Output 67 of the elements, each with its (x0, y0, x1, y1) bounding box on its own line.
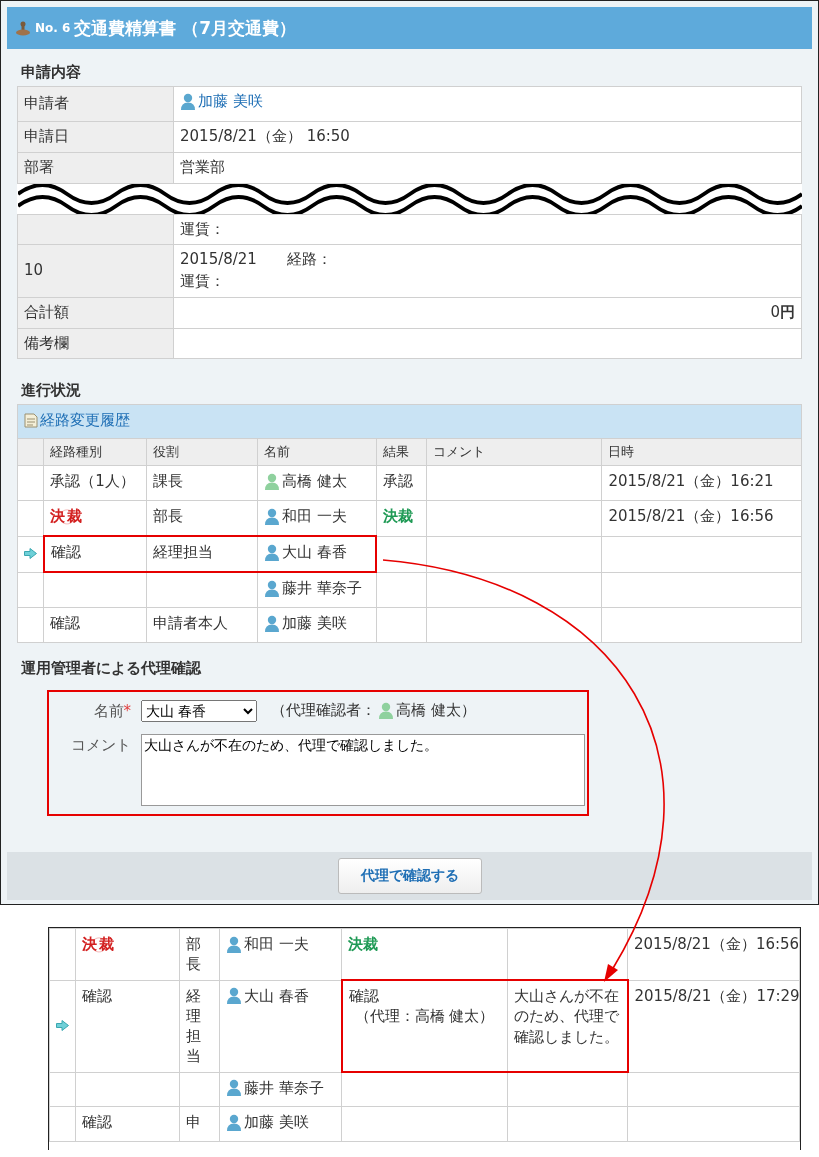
date-time: 2015/8/21（金）16:56 (608, 507, 774, 526)
route-type: 確認 (82, 986, 112, 1005)
role: 部長 (152, 507, 183, 526)
field-label: 申請者 (24, 94, 69, 113)
current-step-arrow-icon (24, 547, 37, 559)
section-title: 進行状況 (20, 380, 82, 402)
proxy-confirmer: （代理確認者： 高橋 健太） (271, 701, 476, 721)
person-name: 加藤 美咲 (263, 612, 347, 634)
person-name: 藤井 華奈子 (226, 1077, 324, 1098)
result: 決裁 (348, 935, 378, 953)
document-title: 交通費精算書 （7月交通費） (74, 16, 297, 40)
route-line: 運賃： (180, 271, 226, 293)
name-select[interactable]: 大山 春香 (141, 699, 257, 722)
field-label: 部署 (24, 157, 54, 176)
field-label: 申請日 (24, 127, 69, 146)
result: 決裁 (382, 507, 413, 526)
person-name: 加藤 美咲 (226, 1112, 309, 1133)
person-name: 和田 一夫 (226, 934, 309, 955)
history-link[interactable]: 経路変更履歴 (24, 411, 130, 431)
person-name: 大山 春香 (263, 542, 347, 563)
section-title: 申請内容 (20, 62, 82, 83)
person-link[interactable]: 加藤 美咲 (180, 91, 263, 113)
route-type: 確認 (82, 1113, 112, 1132)
stamp-icon (15, 20, 31, 36)
document-number: No. 6 (35, 21, 71, 35)
current-step-arrow-icon (56, 1019, 69, 1031)
field-value: 営業部 (180, 157, 225, 176)
field-label: 10 (24, 261, 44, 280)
field-value: 2015/8/21（金） 16:50 (180, 127, 350, 146)
role: 経理担当 (152, 543, 213, 562)
comment-field[interactable]: 大山さんが不在のため、代理で確認しました。 (141, 733, 585, 806)
document-icon (24, 413, 38, 429)
column-header: 役割 (146, 438, 258, 466)
result: 承認 (382, 472, 413, 491)
role: 申請者本人 (152, 613, 228, 632)
route-type: 確認 (50, 543, 81, 562)
role: 申 (186, 1113, 201, 1132)
field-label: 合計額 (24, 302, 69, 321)
role: 経理担当 (186, 986, 201, 1066)
field-label: 備考欄 (24, 333, 69, 352)
route-type: 確認 (50, 613, 81, 632)
person-name: 大山 春香 (226, 985, 309, 1006)
column-header: 名前 (257, 438, 377, 466)
section-title: 運用管理者による代理確認 (20, 657, 202, 679)
person-name: 藤井 華奈子 (263, 578, 362, 599)
comment: 大山さんが不在のため、代理で確認しました。 (514, 987, 619, 1046)
route-line: 2015/8/21 経路： (180, 249, 333, 271)
total-amount: 0円 (770, 302, 795, 321)
column-header: 経路種別 (43, 438, 147, 466)
field-label: 名前* (92, 700, 131, 722)
approval-stamp: 決裁 (50, 507, 85, 526)
approval-stamp: 決裁 (82, 935, 116, 953)
proxy-confirm-button[interactable]: 代理で確認する (337, 858, 482, 894)
role: 部長 (186, 935, 201, 974)
date-time: 2015/8/21（金）17:29 (634, 986, 800, 1005)
date-time: 2015/8/21（金）16:21 (608, 472, 774, 491)
date-time: 2015/8/21（金）16:56 (634, 935, 800, 953)
proxy-note: （代理：高橋 健太） (353, 1006, 496, 1027)
route-line: 運賃： (180, 218, 226, 240)
role: 課長 (152, 472, 183, 491)
column-header: コメント (426, 438, 602, 466)
field-label: コメント (70, 734, 131, 756)
column-header: 日時 (601, 438, 802, 466)
person-name: 高橋 健太 (263, 471, 347, 492)
route-type: 承認（1人） (50, 472, 135, 491)
person-name: 和田 一夫 (263, 506, 347, 527)
result: 確認 (348, 987, 379, 1005)
